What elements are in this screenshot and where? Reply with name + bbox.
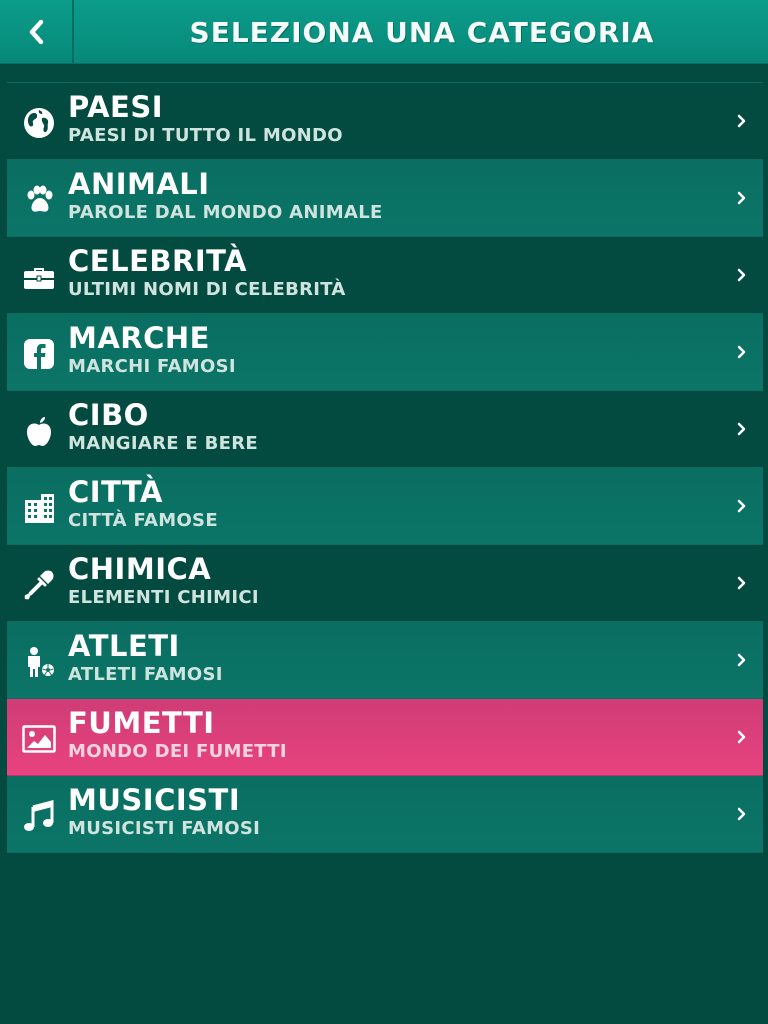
category-subtitle: ELEMENTI CHIMICI: [68, 587, 259, 608]
back-button[interactable]: [0, 0, 74, 64]
chevron-left-icon: [29, 19, 44, 45]
page-title: SELEZIONA UNA CATEGORIA: [189, 15, 655, 49]
category-label: CELEBRITÀ: [68, 244, 248, 278]
facebook-icon: [21, 336, 57, 372]
briefcase-icon: [21, 259, 57, 295]
category-subtitle: MONDO DEI FUMETTI: [68, 741, 287, 762]
category-row-celebrita[interactable]: CELEBRITÀ ULTIMI NOMI DI CELEBRITÀ: [7, 237, 763, 314]
category-label: ATLETI: [68, 629, 180, 663]
category-row-citta[interactable]: CITTÀ CITTÀ FAMOSE: [7, 468, 763, 545]
category-label: CHIMICA: [68, 552, 212, 586]
chevron-right-icon: [735, 804, 749, 824]
category-subtitle: ATLETI FAMOSI: [68, 664, 223, 685]
chevron-right-icon: [735, 342, 749, 362]
category-row-atleti[interactable]: ATLETI ATLETI FAMOSI: [7, 622, 763, 699]
category-row-marche[interactable]: MARCHE MARCHI FAMOSI: [7, 314, 763, 391]
category-label: CITTÀ: [68, 475, 163, 509]
category-label: ANIMALI: [68, 167, 210, 201]
eyedropper-icon: [21, 567, 57, 603]
category-row-animali[interactable]: ANIMALI PAROLE DAL MONDO ANIMALE: [7, 160, 763, 237]
chevron-right-icon: [735, 650, 749, 670]
chevron-right-icon: [735, 111, 749, 131]
category-subtitle: MUSICISTI FAMOSI: [68, 818, 261, 839]
category-subtitle: MANGIARE E BERE: [68, 433, 258, 454]
category-row-fumetti[interactable]: FUMETTI MONDO DEI FUMETTI: [7, 699, 763, 776]
music-note-icon: [21, 798, 57, 834]
category-row-cibo[interactable]: CIBO MANGIARE E BERE: [7, 391, 763, 468]
chevron-right-icon: [735, 573, 749, 593]
category-subtitle: ULTIMI NOMI DI CELEBRITÀ: [68, 279, 346, 300]
category-row-paesi[interactable]: PAESI PAESI DI TUTTO IL MONDO: [7, 83, 763, 160]
category-label: CIBO: [68, 398, 149, 432]
paw-icon: [21, 182, 57, 218]
picture-icon: [21, 721, 57, 757]
chevron-right-icon: [735, 496, 749, 516]
athlete-icon: [21, 644, 57, 680]
category-row-musicisti[interactable]: MUSICISTI MUSICISTI FAMOSI: [7, 776, 763, 853]
category-label: MUSICISTI: [68, 783, 241, 817]
category-row-chimica[interactable]: CHIMICA ELEMENTI CHIMICI: [7, 545, 763, 622]
chevron-right-icon: [735, 188, 749, 208]
header-bar: SELEZIONA UNA CATEGORIA: [0, 0, 768, 64]
category-list: PAESI PAESI DI TUTTO IL MONDO ANIMALI PA…: [7, 82, 763, 853]
apple-icon: [21, 413, 57, 449]
buildings-icon: [21, 490, 57, 526]
category-subtitle: CITTÀ FAMOSE: [68, 510, 218, 531]
chevron-right-icon: [735, 265, 749, 285]
category-subtitle: MARCHI FAMOSI: [68, 356, 236, 377]
category-subtitle: PAROLE DAL MONDO ANIMALE: [68, 202, 383, 223]
chevron-right-icon: [735, 727, 749, 747]
chevron-right-icon: [735, 419, 749, 439]
category-subtitle: PAESI DI TUTTO IL MONDO: [68, 125, 343, 146]
globe-icon: [21, 105, 57, 141]
category-label: FUMETTI: [68, 706, 215, 740]
category-label: PAESI: [68, 90, 164, 124]
category-label: MARCHE: [68, 321, 210, 355]
